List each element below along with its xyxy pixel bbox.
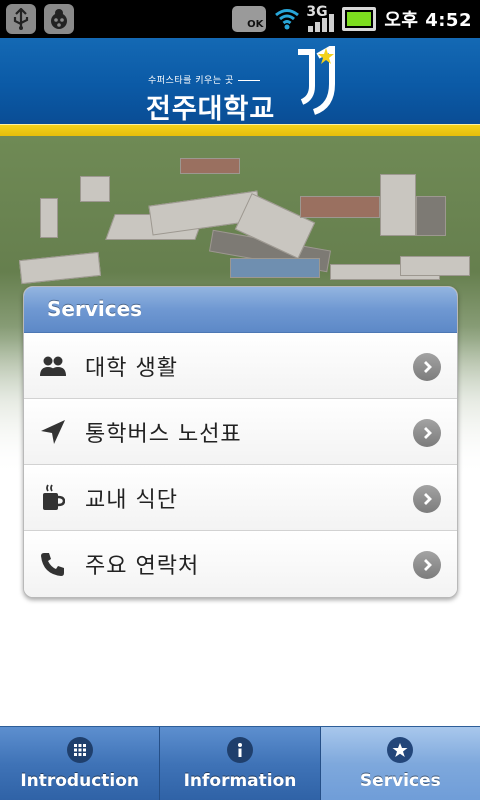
signal-strength-icon: 3G	[306, 4, 335, 32]
ok-badge: OK	[232, 6, 267, 32]
ok-badge-text: OK	[247, 19, 264, 30]
usb-icon	[6, 4, 36, 34]
university-logo-icon	[298, 46, 335, 115]
battery-icon	[342, 7, 377, 31]
service-item-label: 통학버스 노선표	[85, 421, 242, 447]
service-item-label: 대학 생활	[85, 355, 178, 381]
wifi-icon	[275, 9, 300, 30]
chevron-right-icon	[413, 419, 441, 447]
phone-icon	[39, 550, 67, 578]
header-accent-stripe	[0, 124, 480, 136]
chevron-right-icon	[413, 353, 441, 381]
navigation-arrow-icon	[39, 418, 67, 446]
service-item-label: 교내 식단	[85, 487, 178, 513]
status-bar: OK 3G 오후 4:52	[0, 0, 480, 38]
service-item-label: 주요 연락처	[85, 554, 200, 579]
services-heading: Services	[24, 287, 457, 333]
tab-information[interactable]: Information	[160, 727, 321, 800]
tab-label: Introduction	[20, 771, 140, 791]
clock: 오후 4:52	[384, 10, 472, 31]
grid-icon	[66, 737, 93, 763]
tab-introduction[interactable]: Introduction	[0, 727, 161, 800]
bottom-tab-bar: Introduction Information Services	[0, 726, 480, 800]
notification-icons	[6, 4, 74, 34]
tab-label: Services	[359, 771, 441, 791]
tab-label: Information	[183, 771, 297, 791]
chevron-right-icon	[413, 485, 441, 513]
university-name: 전주대학교	[146, 94, 276, 125]
star-icon	[387, 737, 414, 763]
system-indicators: OK 3G 오후 4:52	[232, 0, 472, 38]
service-item-shuttle-bus[interactable]: 통학버스 노선표	[24, 399, 457, 465]
service-item-contacts[interactable]: 주요 연락처	[24, 531, 457, 597]
logo-tagline: 수퍼스타를 키우는 곳	[148, 73, 260, 86]
people-icon	[39, 352, 67, 380]
debug-bug-icon	[44, 4, 74, 34]
service-item-cafeteria-menu[interactable]: 교내 식단	[24, 465, 457, 531]
coffee-cup-icon	[39, 484, 67, 512]
info-icon	[226, 737, 253, 763]
services-panel: Services 대학 생활 통학버스 노선표 교내 식단 주요 연락처	[23, 286, 458, 598]
chevron-right-icon	[413, 551, 441, 579]
service-item-campus-life[interactable]: 대학 생활	[24, 333, 457, 399]
tab-services[interactable]: Services	[320, 727, 480, 800]
network-type: 3G	[306, 4, 328, 20]
